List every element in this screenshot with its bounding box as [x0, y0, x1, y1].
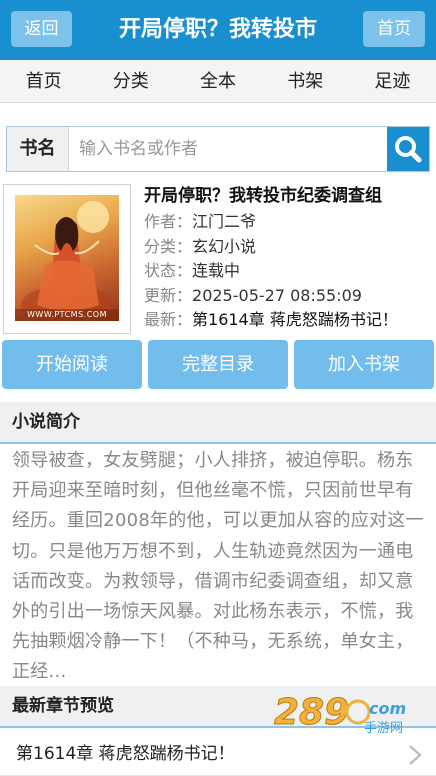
book-category-row: 分类：玄幻小说: [144, 235, 432, 260]
latest-chapter-title: 第1614章 蒋虎怒踹杨书记！: [16, 744, 235, 764]
book-latest-row: 最新：第1614章 蒋虎怒踹杨书记！: [144, 308, 432, 333]
nav-item-history[interactable]: 足迹: [349, 60, 436, 102]
updated-key: 更新：: [144, 285, 193, 305]
top-header: 返回 开局停职？我转投市 首页: [0, 0, 436, 60]
search-bar: 书名: [6, 126, 430, 172]
add-to-shelf-button[interactable]: 加入书架: [294, 340, 434, 389]
search-icon: [395, 136, 422, 163]
site-watermark: 289 com 手游网: [272, 690, 422, 737]
book-status: 连载中: [192, 261, 241, 280]
watermark-sub: 手游网: [364, 721, 403, 736]
watermark-brand: 289: [274, 692, 349, 733]
intro-text: 领导被查，女友劈腿；小人排挤，被迫停职。杨东开局迎来至暗时刻，但他丝毫不慌，只因…: [12, 450, 424, 683]
cover-caption: WWW.PTCMS.COM: [15, 309, 119, 321]
book-title[interactable]: 开局停职？我转投市纪委调查组: [144, 184, 432, 210]
book-info: WWW.PTCMS.COM 开局停职？我转投市纪委调查组 作者：江门二爷 分类：…: [0, 184, 436, 334]
main-nav: 首页 分类 全本 书架 足迹: [0, 60, 436, 103]
book-updated: 2025-05-27 08:55:09: [192, 285, 362, 305]
start-reading-button[interactable]: 开始阅读: [2, 340, 142, 389]
nav-item-home[interactable]: 首页: [0, 60, 87, 102]
book-updated-row: 更新：2025-05-27 08:55:09: [144, 284, 432, 309]
category-key: 分类：: [144, 236, 193, 256]
search-label: 书名: [7, 127, 69, 171]
watermark-suffix: com: [369, 699, 406, 718]
book-author-row: 作者：江门二爷: [144, 210, 432, 235]
intro-heading: 小说简介: [0, 402, 436, 444]
search-input[interactable]: [69, 127, 387, 171]
action-buttons: 开始阅读 完整目录 加入书架: [0, 340, 436, 389]
nav-item-bookshelf[interactable]: 书架: [262, 60, 349, 102]
author-key: 作者：: [144, 212, 193, 231]
book-category[interactable]: 玄幻小说: [192, 237, 256, 256]
full-catalog-button[interactable]: 完整目录: [148, 340, 288, 389]
book-details: 开局停职？我转投市纪委调查组 作者：江门二爷 分类：玄幻小说 状态：连载中 更新…: [144, 184, 432, 333]
book-status-row: 状态：连载中: [144, 259, 432, 284]
nav-item-category[interactable]: 分类: [87, 60, 174, 102]
status-key: 状态：: [144, 261, 193, 280]
latest-key: 最新：: [144, 310, 193, 329]
latest-chapter-row[interactable]: 第1614章 蒋虎怒踹杨书记！: [0, 732, 436, 776]
chevron-right-icon: [409, 745, 422, 765]
home-button[interactable]: 首页: [363, 11, 425, 47]
nav-item-complete[interactable]: 全本: [174, 60, 261, 102]
cover-image: WWW.PTCMS.COM: [15, 195, 119, 321]
back-button[interactable]: 返回: [11, 11, 72, 47]
search-button[interactable]: [387, 127, 429, 171]
book-latest-chapter[interactable]: 第1614章 蒋虎怒踹杨书记！: [192, 310, 398, 329]
page-title: 开局停职？我转投市: [118, 17, 317, 42]
book-author[interactable]: 江门二爷: [192, 212, 256, 231]
book-cover[interactable]: WWW.PTCMS.COM: [3, 184, 131, 334]
